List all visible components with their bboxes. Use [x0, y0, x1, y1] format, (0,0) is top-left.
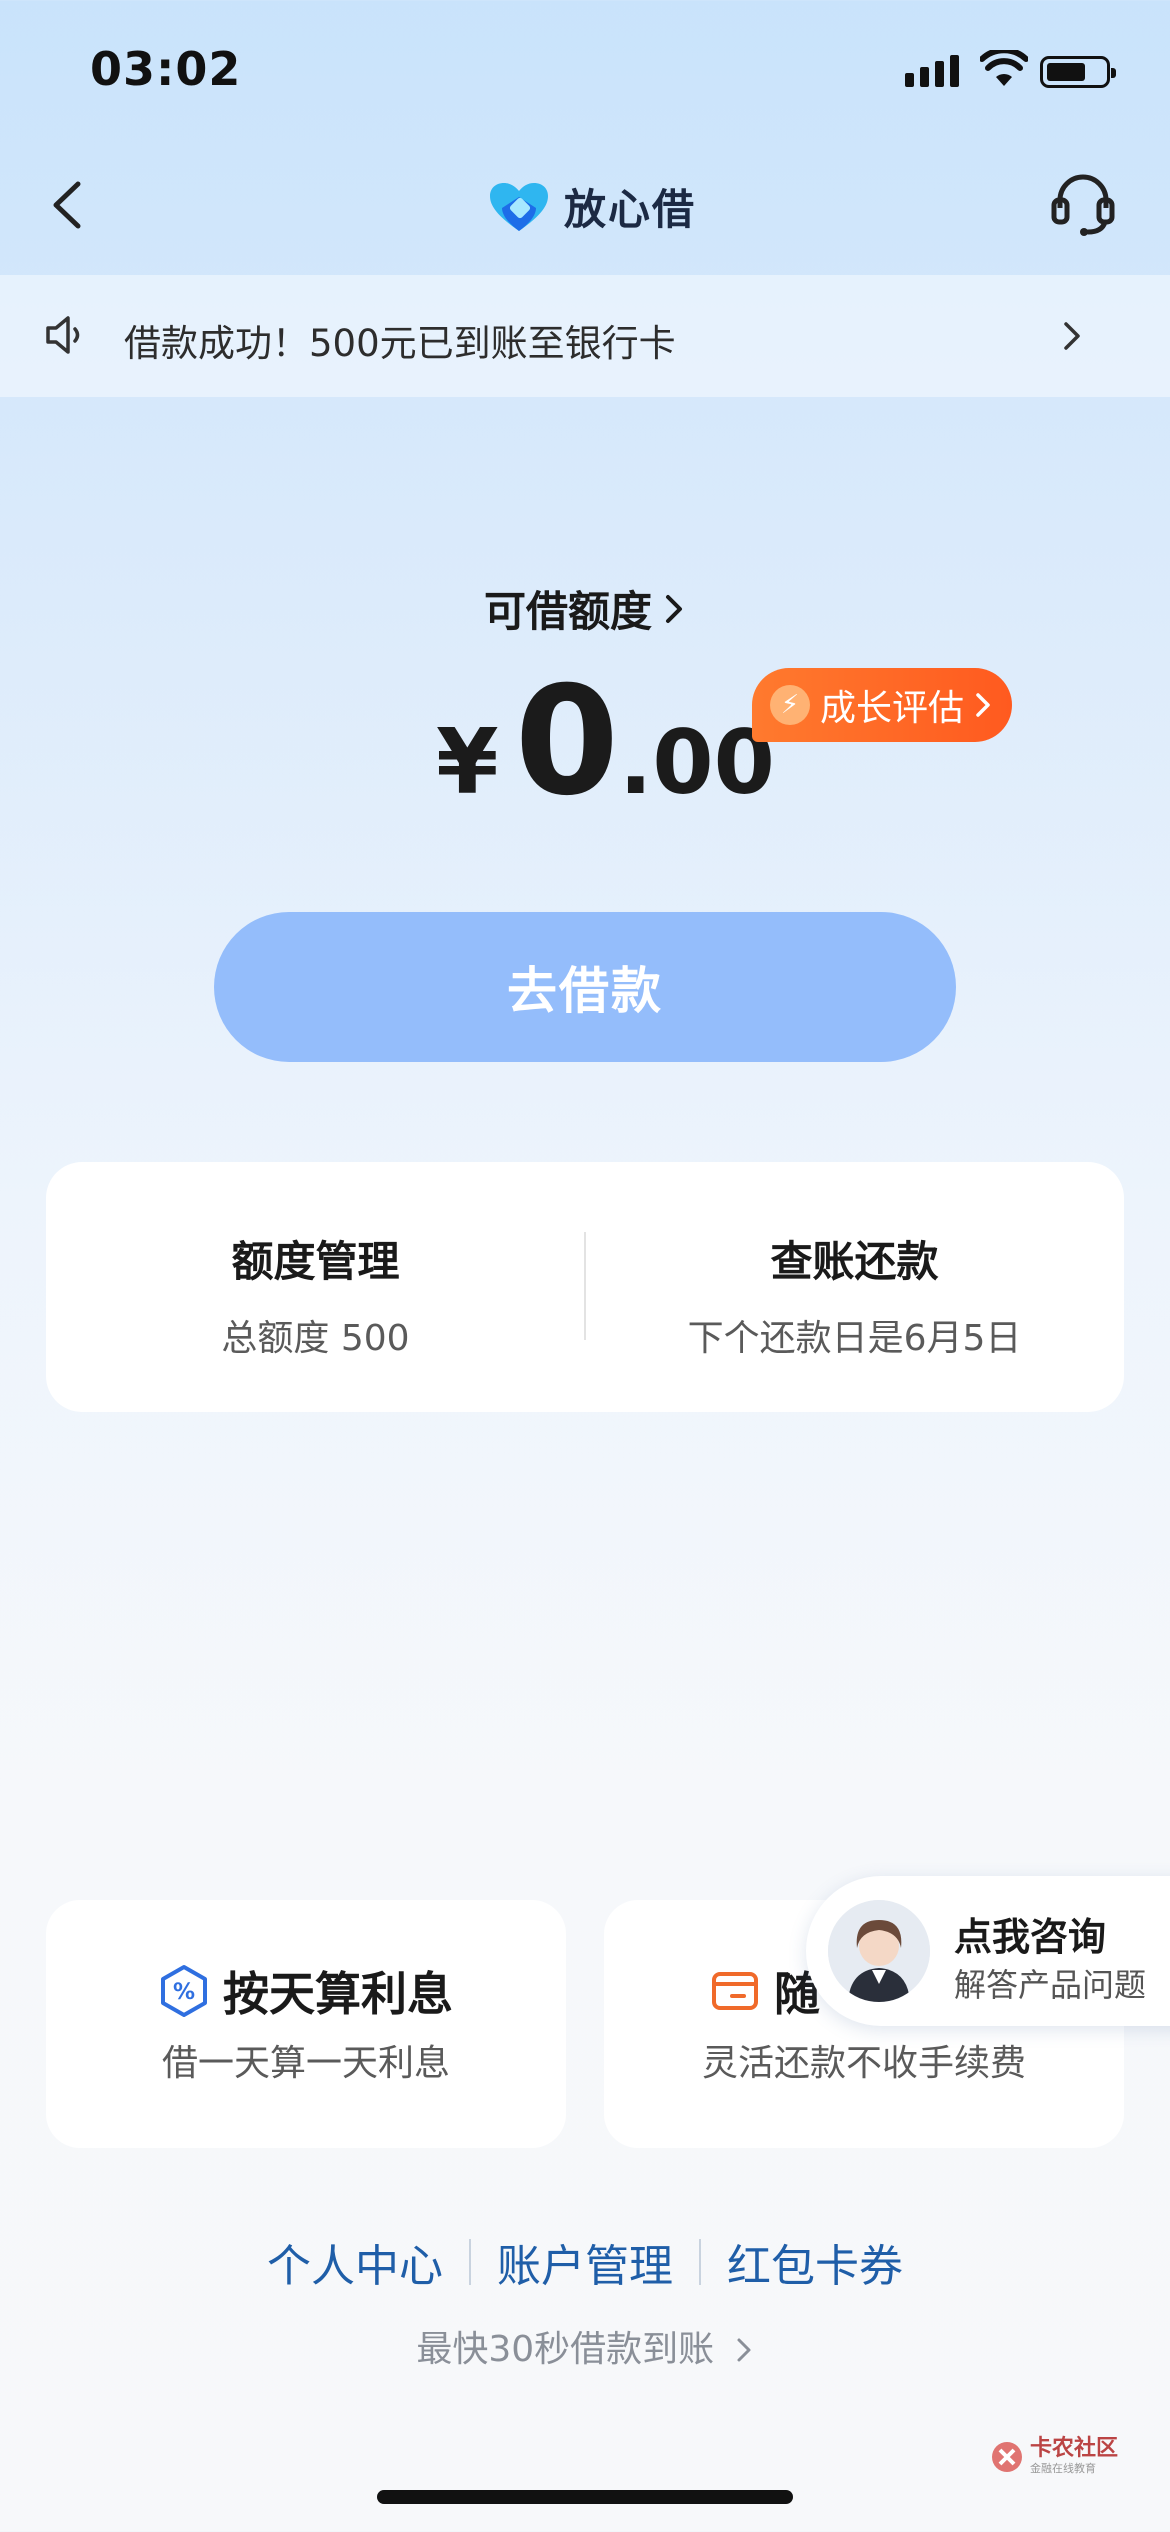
consult-title: 点我咨询	[954, 1915, 1107, 1959]
cellular-signal-icon	[905, 55, 959, 87]
account-summary-card: 额度管理 总额度 500 查账还款 下个还款日是6月5日	[46, 1162, 1124, 1412]
link-personal-center[interactable]: 个人中心	[267, 2230, 443, 2294]
amount-integer: 0	[514, 655, 619, 829]
chevron-right-icon	[976, 693, 990, 717]
status-time: 03:02	[90, 42, 242, 96]
consult-subtitle: 解答产品问题	[954, 1966, 1147, 2004]
notice-text: 借款成功！500元已到账至银行卡	[124, 322, 676, 365]
growth-badge-label: 成长评估	[820, 688, 965, 729]
battery-icon	[1040, 56, 1116, 88]
link-separator	[469, 2239, 471, 2285]
fast-loan-text: 最快30秒借款到账	[416, 2329, 715, 2370]
chevron-right-icon	[1064, 322, 1080, 350]
speaker-icon	[46, 316, 80, 354]
home-indicator[interactable]	[377, 2490, 793, 2504]
bottom-links: 个人中心 账户管理 红包卡券	[0, 2230, 1170, 2294]
total-credit-text: 总额度 500	[221, 1318, 410, 1359]
available-credit-text: 可借额度	[483, 587, 652, 636]
growth-assessment-badge[interactable]: ⚡ 成长评估	[752, 668, 1012, 742]
feature-title: 按天算利息	[223, 1967, 453, 2021]
notice-bar[interactable]: 借款成功！500元已到账至银行卡	[0, 275, 1170, 397]
feature-subtitle: 灵活还款不收手续费	[701, 2043, 1026, 2084]
app-logo: 放心借	[488, 176, 696, 237]
chevron-right-icon	[737, 2338, 751, 2362]
customer-service-icon[interactable]	[1048, 170, 1118, 240]
lightning-icon: ⚡	[770, 685, 810, 725]
feature-subtitle: 借一天算一天利息	[161, 2043, 450, 2084]
borrow-button[interactable]: 去借款	[214, 912, 956, 1062]
wallet-icon	[712, 1972, 758, 2010]
link-separator	[699, 2239, 701, 2285]
svg-text:%: %	[173, 1980, 195, 2005]
watermark: 卡农社区 金融在线教育	[990, 2438, 1118, 2476]
back-icon[interactable]	[40, 170, 100, 240]
watermark-title: 卡农社区	[1030, 2436, 1119, 2461]
app-title: 放心借	[564, 185, 697, 234]
currency-symbol: ¥	[436, 710, 499, 815]
watermark-logo-icon	[992, 2442, 1022, 2472]
next-repayment-date-text: 下个还款日是6月5日	[687, 1318, 1022, 1359]
credit-management-title: 额度管理	[231, 1237, 400, 1286]
watermark-subtitle: 金融在线教育	[1030, 2462, 1096, 2475]
link-account-management[interactable]: 账户管理	[497, 2230, 673, 2294]
fast-loan-text-row[interactable]: 最快30秒借款到账	[0, 2320, 1170, 2372]
heart-logo-icon	[490, 182, 548, 231]
percent-badge-icon: %	[161, 1965, 207, 2017]
available-credit-label[interactable]: 可借额度	[0, 578, 1170, 639]
agent-avatar	[828, 1900, 930, 2002]
feature-card-daily-interest[interactable]: % 按天算利息 借一天算一天利息	[46, 1900, 566, 2148]
link-coupons[interactable]: 红包卡券	[727, 2230, 903, 2294]
credit-management[interactable]: 额度管理 总额度 500	[46, 1162, 585, 1412]
bill-repayment[interactable]: 查账还款 下个还款日是6月5日	[585, 1162, 1124, 1412]
consult-bubble[interactable]: 点我咨询 解答产品问题	[806, 1876, 1170, 2026]
credit-amount: ¥ 0 .00	[436, 655, 775, 829]
bill-repayment-title: 查账还款	[770, 1237, 939, 1286]
wifi-icon	[980, 50, 1028, 86]
chevron-right-icon	[666, 594, 682, 623]
